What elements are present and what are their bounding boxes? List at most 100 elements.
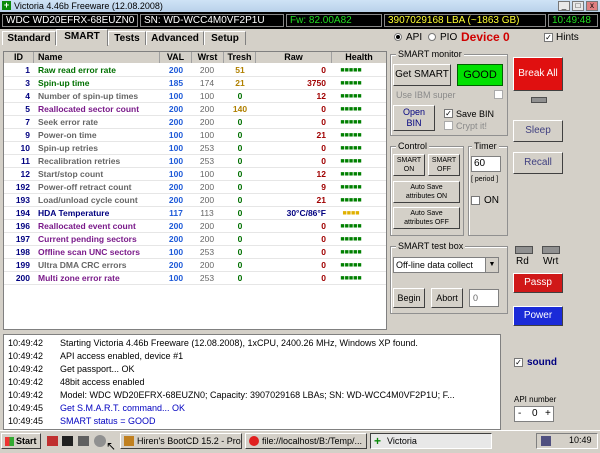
cell-health: ■■■■■ (340, 197, 362, 204)
title-bar: + Victoria 4.46b Freeware (12.08.2008) _… (0, 0, 600, 12)
timer-period-label: [ period ] (471, 176, 499, 183)
table-row[interactable]: 1 Raw read error rate 200 200 51 0 ■■■■■ (4, 64, 386, 77)
cell-name: Seek error rate (38, 117, 99, 127)
table-row[interactable]: 198 Offline scan UNC sectors 100 253 0 0 ■■■■■ (4, 246, 386, 259)
break-all-button[interactable]: Break All (513, 57, 563, 91)
start-button[interactable]: Start (1, 433, 41, 449)
crypt-checkbox[interactable] (444, 121, 453, 130)
taskbar-item-file[interactable]: file://localhost/B:/Temp/... (245, 433, 367, 449)
autosave-on-button[interactable]: Auto Save attributes ON (393, 181, 460, 203)
table-row[interactable]: 9 Power-on time 100 100 0 21 ■■■■■ (4, 129, 386, 142)
cell-raw: 30°C/86°F (286, 208, 326, 218)
log-message: 48bit access enabled (60, 377, 145, 387)
table-row[interactable]: 193 Load/unload cycle count 200 200 0 21 ■■■■■ (4, 194, 386, 207)
smart-off-button[interactable]: SMART OFF (428, 154, 460, 176)
passp-button[interactable]: Passp (513, 273, 563, 293)
taskbar-item-hirens[interactable]: Hiren's BootCD 15.2 - Pro... (120, 433, 242, 449)
cell-val: 200 (168, 104, 184, 114)
browser-icon (249, 436, 259, 446)
timer-input[interactable]: 60 (471, 156, 501, 172)
cell-health: ■■■■■ (340, 223, 362, 230)
tray-icon[interactable] (541, 436, 551, 446)
maximize-button[interactable]: □ (572, 1, 584, 11)
table-row[interactable]: 200 Multi zone error rate 100 253 0 0 ■■■■■ (4, 272, 386, 285)
cell-wrst: 200 (199, 182, 215, 192)
quicklaunch-icon-1[interactable] (47, 436, 58, 446)
cell-val: 200 (168, 260, 184, 270)
cell-id: 7 (25, 117, 30, 127)
sound-checkbox[interactable]: ✓ (514, 358, 523, 367)
table-row[interactable]: 11 Recalibration retries 100 253 0 0 ■■■■■ (4, 155, 386, 168)
start-label: Start (16, 436, 37, 446)
quicklaunch-icon-4[interactable] (94, 435, 106, 447)
table-row[interactable]: 192 Power-off retract count 200 200 0 9 ■■■■■ (4, 181, 386, 194)
api-number-stepper[interactable]: - 0 + (514, 406, 554, 422)
table-row[interactable]: 197 Current pending sectors 200 200 0 0 ■■■■■ (4, 233, 386, 246)
cell-raw: 0 (321, 247, 326, 257)
mouse-cursor-icon: ↖ (106, 439, 117, 453)
cell-raw: 0 (321, 156, 326, 166)
power-button[interactable]: Power (513, 306, 563, 326)
wrt-label: Wrt (543, 256, 559, 267)
open-bin-button[interactable]: Open BIN (393, 105, 435, 131)
autosave-off-button[interactable]: Auto Save attributes OFF (393, 207, 460, 229)
test-type-select[interactable]: Off-line data collect ▼ (393, 257, 499, 273)
abort-button[interactable]: Abort (431, 288, 463, 308)
taskbar-item-victoria[interactable]: + Victoria (370, 433, 492, 449)
table-row[interactable]: 3 Spin-up time 185 174 21 3750 ■■■■■ (4, 77, 386, 90)
table-row[interactable]: 5 Reallocated sector count 200 200 140 0 ■■■■■ (4, 103, 386, 116)
cell-tresh: 0 (237, 260, 243, 270)
cell-wrst: 253 (199, 156, 215, 166)
cell-raw: 0 (321, 221, 326, 231)
cell-tresh: 0 (237, 91, 243, 101)
table-row[interactable]: 199 Ultra DMA CRC errors 200 200 0 0 ■■■■■ (4, 259, 386, 272)
log-message: API access enabled, device #1 (60, 351, 184, 361)
cell-val: 100 (168, 91, 184, 101)
stepper-plus-icon[interactable]: + (545, 407, 551, 421)
cell-id: 12 (20, 169, 30, 179)
cell-val: 200 (168, 117, 184, 127)
pio-radio[interactable] (428, 33, 436, 41)
cell-raw: 0 (321, 273, 326, 283)
hints-checkbox[interactable]: ✓ (544, 33, 553, 42)
save-bin-checkbox[interactable]: ✓ (444, 109, 453, 118)
cell-val: 117 (169, 208, 183, 218)
sleep-button[interactable]: Sleep (513, 120, 563, 142)
tab-tests[interactable]: Tests (108, 31, 146, 45)
cell-name: Load/unload cycle count (38, 195, 138, 205)
cell-id: 193 (15, 195, 30, 205)
cell-tresh: 0 (237, 221, 243, 231)
close-button[interactable]: x (586, 1, 598, 11)
cell-health: ■■■■■ (340, 184, 362, 191)
begin-button[interactable]: Begin (393, 288, 425, 308)
table-row[interactable]: 194 HDA Temperature 117 113 0 30°C/86°F ■■■■ (4, 207, 386, 220)
table-row[interactable]: 4 Number of spin-up times 100 100 0 12 ■■■■■ (4, 90, 386, 103)
terminal-icon[interactable] (62, 436, 73, 446)
stepper-minus-icon[interactable]: - (518, 407, 521, 421)
api-label: API (406, 32, 423, 43)
api-radio[interactable] (394, 33, 402, 41)
timer-on-checkbox[interactable] (471, 196, 480, 205)
tab-setup[interactable]: Setup (204, 31, 246, 45)
taskbar-item-file-label: file://localhost/B:/Temp/... (262, 436, 363, 446)
tab-smart[interactable]: SMART (56, 29, 108, 46)
table-row[interactable]: 10 Spin-up retries 100 253 0 0 ■■■■■ (4, 142, 386, 155)
chevron-down-icon[interactable]: ▼ (485, 258, 498, 272)
tab-advanced[interactable]: Advanced (146, 31, 204, 45)
table-row[interactable]: 7 Seek error rate 200 200 0 0 ■■■■■ (4, 116, 386, 129)
log-message: Get S.M.A.R.T. command... OK (60, 403, 186, 413)
table-row[interactable]: 196 Reallocated event count 200 200 0 0 ■■■■■ (4, 220, 386, 233)
cell-wrst: 200 (199, 260, 215, 270)
minimize-button[interactable]: _ (558, 1, 570, 11)
cell-tresh: 0 (237, 273, 243, 283)
table-row[interactable]: 12 Start/stop count 100 100 0 12 ■■■■■ (4, 168, 386, 181)
quicklaunch-icon-3[interactable] (78, 436, 89, 446)
cell-tresh: 0 (237, 247, 243, 257)
smart-on-button[interactable]: SMART ON (393, 154, 425, 176)
recall-button[interactable]: Recall (513, 152, 563, 174)
test-value-field[interactable]: 0 (469, 289, 499, 307)
log-time: 10:49:42 (8, 377, 44, 387)
use-ibm-checkbox[interactable] (494, 90, 503, 99)
get-smart-button[interactable]: Get SMART (393, 64, 451, 86)
tab-standard[interactable]: Standard (2, 31, 56, 45)
